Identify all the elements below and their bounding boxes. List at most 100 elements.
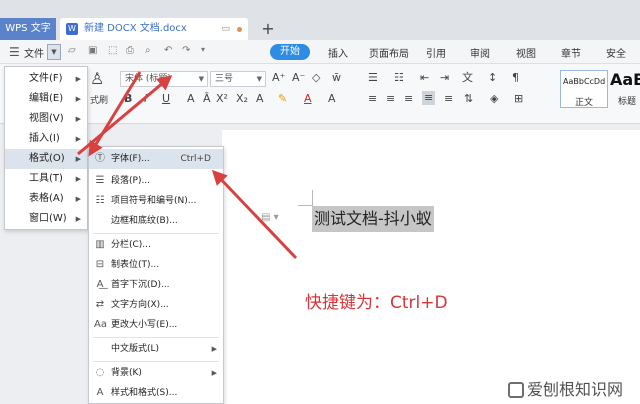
grow-font-icon[interactable]: A⁺: [272, 71, 285, 85]
styles-icon: A: [96, 387, 104, 398]
justify-icon[interactable]: ≡: [422, 91, 436, 105]
paragraph-icon: ☰: [95, 175, 105, 186]
document-tab[interactable]: W 新建 DOCX 文档.docx ▭: [60, 18, 248, 40]
tab-review[interactable]: 审阅: [470, 45, 490, 60]
bold-icon[interactable]: B: [124, 92, 132, 106]
menu-item-label: 格式(O): [29, 153, 65, 164]
emphasis-icon[interactable]: Ā: [203, 92, 211, 106]
menu-item-text-direction[interactable]: ⇄ 文字方向(X)...: [89, 295, 223, 315]
style-heading-label: 标题: [618, 97, 637, 107]
menu-item-file[interactable]: 文件(F) ▶: [5, 69, 87, 89]
shrink-font-icon[interactable]: A⁻: [292, 71, 305, 85]
menu-item-tab-stops[interactable]: ⊟ 制表位(T)...: [89, 255, 223, 275]
columns-icon: ▥: [95, 239, 105, 250]
menu-item-tools[interactable]: 工具(T) ▶: [5, 169, 87, 189]
font-name-select[interactable]: 宋体 (标题) ▼: [120, 71, 208, 87]
undo-icon[interactable]: ↶: [164, 45, 172, 56]
change-case-icon: Aa: [94, 319, 107, 330]
menu-item-edit[interactable]: 编辑(E) ▶: [5, 89, 87, 109]
strikethrough-icon[interactable]: A: [187, 92, 195, 106]
font-name-value: 宋体 (标题): [125, 74, 171, 84]
menu-icon[interactable]: ☰: [9, 45, 20, 59]
shading-icon[interactable]: ◈: [490, 92, 498, 106]
align-center-icon[interactable]: ≡: [386, 92, 395, 106]
menu-item-paragraph[interactable]: ☰ 段落(P)...: [89, 171, 223, 191]
customize-icon[interactable]: ▾: [201, 45, 205, 54]
align-right-icon[interactable]: ≡: [404, 92, 413, 106]
selected-text[interactable]: 测试文档-抖小蚁: [312, 206, 434, 232]
watermark: 爱刨根知识网: [508, 376, 623, 400]
format-painter-icon[interactable]: ♙: [90, 71, 104, 87]
menu-item-bullets[interactable]: ☷ 项目符号和编号(N)...: [89, 191, 223, 211]
decrease-indent-icon[interactable]: ⇤: [420, 71, 429, 85]
menu-item-label: 样式和格式(S)...: [111, 388, 178, 398]
style-heading-sample[interactable]: AaB: [610, 70, 640, 89]
italic-icon[interactable]: I: [144, 92, 147, 106]
chinese-layout-icon[interactable]: 文: [462, 71, 473, 85]
menu-item-borders[interactable]: 边框和底纹(B)...: [89, 211, 223, 231]
chevron-down-icon[interactable]: ▼: [47, 44, 61, 60]
menu-item-label: 视图(V): [29, 113, 64, 124]
margin-marker: [312, 190, 313, 206]
new-tab-button[interactable]: +: [258, 18, 278, 40]
increase-indent-icon[interactable]: ⇥: [440, 71, 449, 85]
monitor-icon[interactable]: ▭: [221, 18, 230, 40]
chevron-down-icon: ▼: [256, 75, 262, 83]
menu-item-background[interactable]: ◌ 背景(K) ▶: [89, 363, 223, 383]
subscript-icon[interactable]: X₂: [236, 92, 248, 106]
bullet-list-icon[interactable]: ☰: [368, 71, 378, 85]
chevron-right-icon: ▶: [75, 215, 81, 223]
font-size-select[interactable]: 三号 ▼: [210, 71, 266, 87]
menu-item-font[interactable]: Ⓣ 字体(F)... Ctrl+D: [89, 149, 223, 169]
tab-view[interactable]: 视图: [516, 45, 536, 60]
line-spacing-icon[interactable]: ⇅: [464, 92, 473, 106]
chevron-right-icon: ▶: [75, 115, 81, 123]
style-normal[interactable]: AaBbCcDd 正文: [560, 70, 608, 108]
numbered-list-icon[interactable]: ☷: [394, 71, 404, 85]
open-folder-icon[interactable]: ▱: [68, 45, 76, 56]
export-icon[interactable]: ⬚: [108, 45, 117, 56]
superscript-icon[interactable]: X²: [216, 92, 228, 106]
menu-item-table[interactable]: 表格(A) ▶: [5, 189, 87, 209]
tab-page-layout[interactable]: 页面布局: [369, 45, 409, 60]
clear-format-icon[interactable]: ◇: [312, 71, 320, 85]
menu-divider: [93, 361, 219, 362]
menu-item-label: 表格(A): [29, 193, 64, 204]
tab-chapter[interactable]: 章节: [561, 45, 581, 60]
align-left-icon[interactable]: ≡: [368, 92, 377, 106]
save-icon[interactable]: ▣: [88, 45, 97, 56]
file-menu-button[interactable]: 文件: [24, 45, 44, 60]
print-preview-icon[interactable]: ⌕: [145, 45, 151, 56]
menu-item-styles[interactable]: A 样式和格式(S)...: [89, 383, 223, 403]
tab-references[interactable]: 引用: [426, 45, 446, 60]
tab-security[interactable]: 安全: [606, 45, 626, 60]
underline-icon[interactable]: U: [162, 92, 170, 106]
paste-options-icon[interactable]: ▤ ▾: [261, 212, 279, 223]
menu-item-view[interactable]: 视图(V) ▶: [5, 109, 87, 129]
menu-item-format[interactable]: 格式(O) ▶: [5, 149, 87, 169]
redo-icon[interactable]: ↷: [182, 45, 190, 56]
menu-item-chinese-layout[interactable]: 中文版式(L) ▶: [89, 339, 223, 359]
menu-item-label: 分栏(C)...: [111, 240, 151, 250]
menu-item-label: 文件(F): [29, 73, 63, 84]
font-color-icon[interactable]: A: [304, 92, 312, 106]
print-icon[interactable]: ⎙: [126, 45, 134, 56]
sort-icon[interactable]: ↕: [488, 71, 497, 85]
wps-app-tab[interactable]: WPS 文字: [0, 18, 56, 40]
tab-start[interactable]: 开始: [270, 44, 310, 60]
menu-item-change-case[interactable]: Aa 更改大小写(E)...: [89, 315, 223, 335]
menu-item-insert[interactable]: 插入(I) ▶: [5, 129, 87, 149]
show-marks-icon[interactable]: ¶: [512, 71, 519, 85]
border-icon[interactable]: ⊞: [514, 92, 523, 106]
menu-item-columns[interactable]: ▥ 分栏(C)...: [89, 235, 223, 255]
document-page[interactable]: [222, 130, 640, 404]
distributed-icon[interactable]: ≡: [444, 92, 453, 106]
word-doc-icon: W: [66, 23, 78, 35]
highlight-icon[interactable]: ✎: [278, 92, 287, 106]
char-shading-icon[interactable]: A: [328, 92, 336, 106]
tab-insert[interactable]: 插入: [328, 45, 348, 60]
text-effect-icon[interactable]: A: [256, 92, 264, 106]
menu-item-window[interactable]: 窗口(W) ▶: [5, 209, 87, 229]
menu-item-drop-cap[interactable]: A͟ 首字下沉(D)...: [89, 275, 223, 295]
pinyin-icon[interactable]: w̄: [332, 71, 341, 85]
